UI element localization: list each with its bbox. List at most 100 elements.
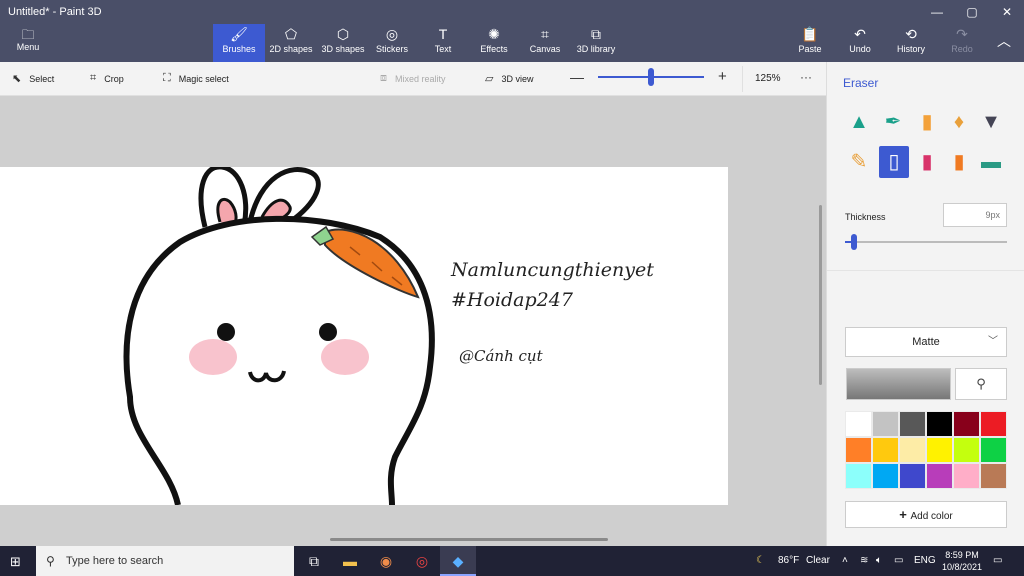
color-swatch[interactable]: [980, 411, 1007, 437]
color-swatch[interactable]: [845, 463, 872, 489]
minimize-button[interactable]: —: [920, 2, 954, 22]
thickness-slider[interactable]: [845, 241, 1007, 243]
taskbar-search[interactable]: ⚲ Type here to search: [36, 546, 294, 576]
weather-text[interactable]: Clear: [806, 555, 830, 566]
finish-dropdown[interactable]: Matte ﹀: [845, 327, 1007, 357]
color-swatch[interactable]: [980, 463, 1007, 489]
collapse-ribbon-button[interactable]: ︿: [984, 24, 1024, 62]
tab-3d-shapes[interactable]: ⬡ 3D shapes: [317, 24, 369, 62]
spray-can-icon[interactable]: ▮: [945, 146, 973, 178]
redo-label: Redo: [951, 44, 973, 54]
add-color-button[interactable]: + Add color: [845, 501, 1007, 528]
color-swatch[interactable]: [926, 411, 953, 437]
color-swatch[interactable]: [845, 437, 872, 463]
color-swatch[interactable]: [953, 463, 980, 489]
pencil-icon[interactable]: ✎: [845, 146, 873, 178]
file-explorer-icon[interactable]: ▬: [332, 546, 368, 576]
weather-icon[interactable]: ☾: [756, 555, 765, 566]
notification-icon[interactable]: ▭: [993, 555, 1002, 566]
tab-label: 3D library: [576, 44, 616, 54]
panel-title: Eraser: [843, 76, 879, 90]
select-tool[interactable]: ⬉ Select: [12, 72, 54, 85]
cursor-icon: ⬉: [12, 73, 22, 85]
chrome-icon[interactable]: ◎: [404, 546, 440, 576]
close-button[interactable]: ✕: [990, 2, 1024, 22]
paste-label: Paste: [798, 44, 822, 54]
windows-start-icon[interactable]: ⊞: [10, 554, 21, 570]
current-color-preview[interactable]: [846, 368, 951, 400]
toolbar: ⬉ Select ⌗ Crop ⛶ Magic select ⧈ Mixed r…: [0, 62, 826, 96]
tab-label: Brushes: [222, 44, 256, 54]
pixel-pen-icon[interactable]: ▼: [977, 106, 1005, 138]
color-swatch[interactable]: [953, 411, 980, 437]
color-swatch[interactable]: [872, 463, 899, 489]
tab-label: Canvas: [529, 44, 561, 54]
plus-icon: +: [899, 507, 911, 522]
crop-tool[interactable]: ⌗ Crop: [90, 72, 124, 85]
menu-button[interactable]: 🗀 Menu: [8, 28, 48, 58]
oil-brush-icon[interactable]: ▮: [913, 106, 941, 138]
vertical-scrollbar[interactable]: [819, 205, 822, 385]
zoom-in-button[interactable]: +: [718, 68, 727, 85]
chevron-up-icon[interactable]: ˄: [842, 555, 848, 566]
3d-library-icon: ⧉: [591, 26, 601, 42]
weather-temp[interactable]: 86°F: [778, 555, 799, 566]
tab-3d-library[interactable]: ⧉ 3D library: [570, 24, 622, 62]
more-options-button[interactable]: ···: [800, 70, 812, 84]
color-swatch[interactable]: [953, 437, 980, 463]
magic-select-tool[interactable]: ⛶ Magic select: [163, 72, 229, 85]
watercolor-icon[interactable]: ♦: [945, 106, 973, 138]
color-swatch[interactable]: [845, 411, 872, 437]
crayon-icon[interactable]: ▮: [913, 146, 941, 178]
folder-icon: 🗀: [21, 27, 35, 42]
thickness-label: Thickness: [845, 212, 886, 222]
color-swatch[interactable]: [872, 411, 899, 437]
marker-icon[interactable]: ▲: [845, 106, 873, 138]
zoom-slider-thumb[interactable]: [648, 68, 654, 86]
undo-button[interactable]: ↶ Undo: [834, 24, 886, 62]
chevron-up-icon: ︿: [997, 33, 1011, 49]
paste-button[interactable]: 📋 Paste: [784, 24, 836, 62]
battery-icon[interactable]: ▭: [894, 555, 903, 566]
mixed-reality-label: Mixed reality: [395, 73, 446, 84]
paint-icon[interactable]: ◉: [368, 546, 404, 576]
paint-3d-icon[interactable]: ◆: [440, 546, 476, 576]
zoom-value[interactable]: 125%: [755, 73, 781, 84]
paste-icon: 📋: [801, 26, 819, 42]
calligraphy-pen-icon[interactable]: ✒: [879, 106, 907, 138]
window-title: Untitled* - Paint 3D: [8, 6, 102, 18]
color-swatch[interactable]: [926, 463, 953, 489]
thickness-input[interactable]: 9px: [943, 203, 1007, 227]
color-swatch[interactable]: [980, 437, 1007, 463]
horizontal-scrollbar[interactable]: [330, 538, 608, 541]
maximize-button[interactable]: ▢: [955, 2, 989, 22]
redo-button[interactable]: ↷ Redo: [936, 24, 988, 62]
eyedropper-icon[interactable]: ⚲: [955, 368, 1007, 400]
volume-icon[interactable]: 🔈︎: [876, 555, 882, 566]
tab-brushes[interactable]: 🖌 Brushes: [213, 24, 265, 62]
3d-view-button[interactable]: ▱ 3D view: [485, 72, 533, 85]
thickness-slider-thumb[interactable]: [851, 234, 857, 250]
color-swatch[interactable]: [899, 411, 926, 437]
fill-bucket-icon[interactable]: ▬: [977, 146, 1005, 178]
color-swatch[interactable]: [926, 437, 953, 463]
tab-effects[interactable]: ✺ Effects: [468, 24, 520, 62]
zoom-out-button[interactable]: —: [570, 69, 584, 85]
color-swatch[interactable]: [899, 463, 926, 489]
tab-stickers[interactable]: ◎ Stickers: [366, 24, 418, 62]
color-swatch[interactable]: [899, 437, 926, 463]
tab-2d-shapes[interactable]: ⬠ 2D shapes: [265, 24, 317, 62]
clock[interactable]: 8:59 PM 10/8/2021: [932, 549, 992, 573]
3d-view-icon: ▱: [485, 73, 494, 85]
menu-label: Menu: [16, 42, 40, 52]
tab-text[interactable]: T Text: [417, 24, 469, 62]
eraser-icon[interactable]: ▯: [879, 146, 909, 178]
wifi-icon[interactable]: ≋: [860, 555, 868, 566]
search-icon: ⚲: [46, 554, 55, 568]
history-button[interactable]: ⟲ History: [885, 24, 937, 62]
color-swatch[interactable]: [872, 437, 899, 463]
drawing-canvas[interactable]: Namluncungthienyet #Hoidap247 @Cánh cụt: [0, 167, 728, 505]
mixed-reality-button[interactable]: ⧈ Mixed reality: [380, 72, 446, 85]
tab-canvas[interactable]: ⌗ Canvas: [519, 24, 571, 62]
task-view-icon[interactable]: ⧉: [296, 546, 332, 576]
